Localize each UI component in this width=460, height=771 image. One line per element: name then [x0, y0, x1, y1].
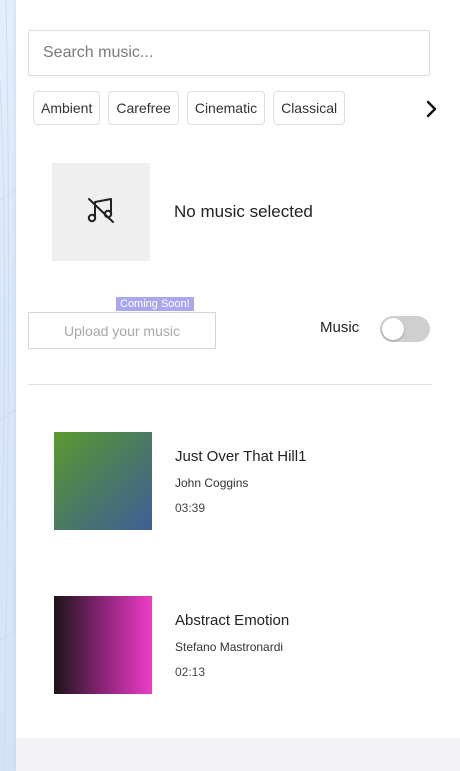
genre-chip-list: Ambient Carefree Cinematic Classical	[33, 91, 413, 127]
section-divider	[28, 384, 432, 385]
coming-soon-badge: Coming Soon!	[116, 297, 194, 311]
track-artwork	[54, 432, 152, 530]
genre-chip-carefree[interactable]: Carefree	[108, 91, 179, 125]
music-toggle[interactable]	[380, 316, 430, 342]
track-duration: 02:13	[175, 665, 206, 679]
selected-music-thumbnail	[52, 163, 150, 261]
music-toggle-label: Music	[320, 319, 360, 336]
track-artist: Stefano Mastronardi	[175, 640, 284, 654]
track-item[interactable]: Abstract Emotion Stefano Mastronardi 02:…	[54, 596, 434, 694]
genre-chip-cinematic[interactable]: Cinematic	[186, 91, 266, 125]
track-title: Abstract Emotion	[175, 612, 290, 629]
track-artist: John Coggins	[175, 476, 249, 490]
search-box	[28, 30, 430, 76]
no-music-selected-text: No music selected	[174, 202, 313, 221]
panel-footer	[16, 738, 460, 771]
music-toggle-knob	[382, 318, 404, 340]
track-duration: 03:39	[175, 501, 206, 515]
track-item[interactable]: Just Over That Hill1 John Coggins 03:39	[54, 432, 434, 530]
chevron-right-icon[interactable]	[422, 97, 442, 121]
genre-chip-classical[interactable]: Classical	[273, 91, 346, 125]
upload-music-button[interactable]: Upload your music	[28, 312, 216, 349]
track-title: Just Over That Hill1	[175, 448, 307, 465]
search-input[interactable]	[29, 31, 429, 75]
track-artwork	[54, 596, 152, 694]
genre-chip-ambient[interactable]: Ambient	[33, 91, 101, 125]
music-off-icon	[84, 193, 118, 232]
